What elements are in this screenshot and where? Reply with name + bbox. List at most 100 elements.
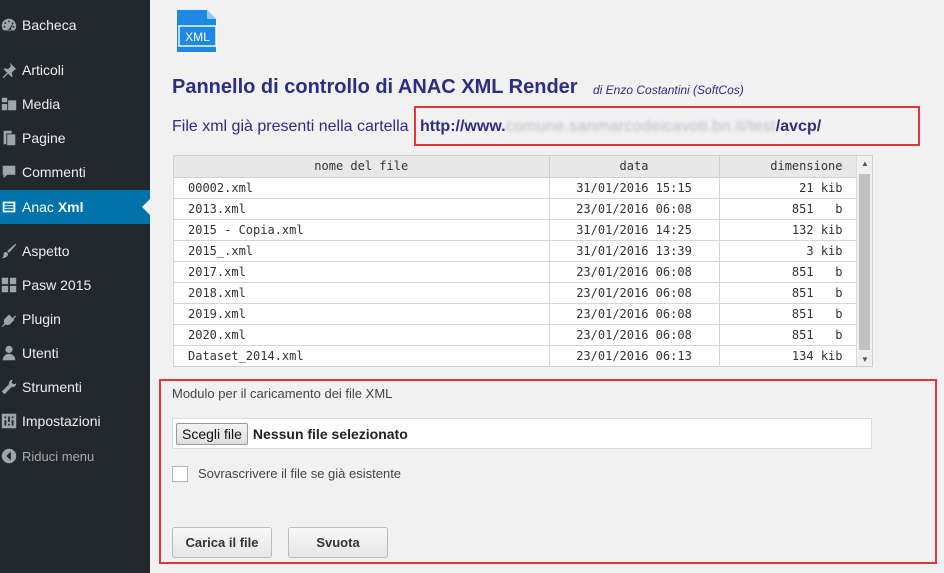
file-name-cell: 2017.xml — [174, 261, 550, 283]
url-end: /avcp/ — [775, 118, 822, 135]
upload-form-title: Modulo per il caricamento dei file XML — [172, 386, 393, 401]
sidebar-item-anac-xml[interactable]: Anac Xml — [0, 190, 150, 224]
url-start: http://www. — [420, 118, 506, 135]
sidebar-item-label: Anac Xml — [22, 199, 84, 215]
sidebar-item-label: Strumenti — [22, 379, 82, 395]
collapse-icon — [0, 447, 22, 465]
comments-icon — [0, 163, 22, 181]
grid-icon — [0, 276, 22, 294]
file-name-cell: 2020.xml — [174, 324, 550, 346]
sidebar-item-label: Aspetto — [22, 243, 70, 259]
sidebar-item-articoli[interactable]: Articoli — [0, 53, 150, 87]
folder-url: http://www.comune.sanmarcodeicavoti.bn.i… — [420, 118, 821, 136]
scroll-up-arrow[interactable]: ▲ — [857, 159, 872, 168]
sidebar-item-pasw[interactable]: Pasw 2015 — [0, 268, 150, 302]
sidebar-item-aspetto[interactable]: Aspetto — [0, 234, 150, 268]
date-cell: 31/01/2016 14:25 — [549, 219, 720, 241]
scroll-thumb[interactable] — [859, 174, 870, 350]
pin-icon — [0, 61, 22, 79]
sidebar-item-label: Pagine — [22, 130, 66, 146]
overwrite-checkbox[interactable] — [172, 466, 188, 482]
date-cell: 23/01/2016 06:08 — [549, 282, 720, 304]
sidebar-item-pagine[interactable]: Pagine — [0, 121, 150, 155]
table-row: Dataset_2014.xml 23/01/2016 06:13 134 kib — [174, 345, 858, 366]
sidebar-item-label: Bacheca — [22, 17, 77, 33]
sidebar-item-label: Impostazioni — [22, 413, 101, 429]
settings-icon — [0, 412, 22, 430]
date-cell: 23/01/2016 06:08 — [549, 324, 720, 346]
table-row: 2020.xml 23/01/2016 06:08 851 b — [174, 324, 858, 346]
sidebar-item-label: Pasw 2015 — [22, 277, 92, 293]
table-scrollbar[interactable]: ▲ ▼ — [856, 156, 872, 366]
main-content: XML Pannello di controllo di ANAC XML Re… — [150, 0, 944, 573]
date-cell: 23/01/2016 06:13 — [549, 345, 720, 366]
table-row: 2013.xml 23/01/2016 06:08 851 b — [174, 198, 858, 220]
table-row: 2015_.xml 31/01/2016 13:39 3 kib — [174, 240, 858, 262]
size-cell: 851 b — [719, 261, 858, 283]
size-cell: 132 kib — [719, 219, 858, 241]
sidebar-collapse-menu[interactable]: Riduci menu — [0, 439, 150, 473]
size-cell: 21 kib — [719, 177, 858, 199]
header-filename[interactable]: nome del file — [174, 156, 550, 178]
overwrite-label[interactable]: Sovrascrivere il file se già esistente — [198, 466, 401, 481]
table-row: 2019.xml 23/01/2016 06:08 851 b — [174, 303, 858, 325]
upload-button[interactable]: Carica il file — [172, 527, 272, 558]
label-pre: Anac — [22, 199, 58, 215]
empty-button[interactable]: Svuota — [288, 527, 388, 558]
sidebar-item-bacheca[interactable]: Bacheca — [0, 8, 150, 42]
size-cell: 851 b — [719, 198, 858, 220]
plugin-icon — [0, 310, 22, 328]
dashboard-icon — [0, 16, 22, 34]
table-header-row: nome del file data dimensione — [174, 156, 858, 178]
author-credit: di Enzo Costantini (SoftCos) — [593, 83, 744, 97]
sidebar-item-label: Riduci menu — [22, 448, 95, 464]
list-icon — [0, 198, 22, 216]
media-icon — [0, 95, 22, 113]
file-table-container[interactable]: nome del file data dimensione 00002.xml 3… — [173, 155, 873, 367]
file-name-cell: 2015_.xml — [174, 240, 550, 262]
users-icon — [0, 344, 22, 362]
label-bold: Xml — [57, 199, 84, 215]
choose-file-button[interactable]: Scegli file — [176, 422, 248, 445]
table-row: 2018.xml 23/01/2016 06:08 851 b — [174, 282, 858, 304]
file-name-cell: 2015 - Copia.xml — [174, 219, 550, 241]
file-name-cell: 2013.xml — [174, 198, 550, 220]
xml-file-icon: XML — [177, 10, 217, 52]
size-cell: 3 kib — [719, 240, 858, 262]
url-blurred: comune.sanmarcodeicavoti.bn.it/test — [505, 118, 776, 135]
size-cell: 134 kib — [719, 345, 858, 366]
file-name-cell: 00002.xml — [174, 177, 550, 199]
header-size[interactable]: dimensione — [719, 156, 858, 178]
table-row: 2017.xml 23/01/2016 06:08 851 b — [174, 261, 858, 283]
size-cell: 851 b — [719, 282, 858, 304]
header-date[interactable]: data — [549, 156, 720, 178]
sidebar-item-label: Media — [22, 96, 61, 112]
sidebar-item-commenti[interactable]: Commenti — [0, 155, 150, 189]
brush-icon — [0, 242, 22, 260]
page-title: Pannello di controllo di ANAC XML Render — [172, 76, 578, 98]
sidebar-item-label: Utenti — [22, 345, 59, 361]
date-cell: 23/01/2016 06:08 — [549, 198, 720, 220]
sidebar-item-label: Articoli — [22, 62, 65, 78]
date-cell: 31/01/2016 13:39 — [549, 240, 720, 262]
wrench-icon — [0, 378, 22, 396]
no-file-selected-text: Nessun file selezionato — [252, 425, 408, 442]
sidebar-item-media[interactable]: Media — [0, 87, 150, 121]
admin-sidebar: Bacheca Articoli Media Pagine Commenti A… — [0, 0, 150, 573]
date-cell: 23/01/2016 06:08 — [549, 261, 720, 283]
folder-label: File xml già presenti nella cartella — [172, 118, 409, 135]
date-cell: 23/01/2016 06:08 — [549, 303, 720, 325]
sidebar-item-label: Plugin — [22, 311, 61, 327]
sidebar-item-impostazioni[interactable]: Impostazioni — [0, 404, 150, 438]
table-row: 00002.xml 31/01/2016 15:15 21 kib — [174, 177, 858, 199]
file-name-cell: 2019.xml — [174, 303, 550, 325]
sidebar-item-label: Commenti — [22, 164, 86, 180]
size-cell: 851 b — [719, 303, 858, 325]
scroll-down-arrow[interactable]: ▼ — [857, 355, 872, 364]
size-cell: 851 b — [719, 324, 858, 346]
sidebar-item-utenti[interactable]: Utenti — [0, 336, 150, 370]
file-name-cell: 2018.xml — [174, 282, 550, 304]
file-input[interactable]: Scegli file Nessun file selezionato — [172, 418, 872, 449]
sidebar-item-strumenti[interactable]: Strumenti — [0, 370, 150, 404]
sidebar-item-plugin[interactable]: Plugin — [0, 302, 150, 336]
